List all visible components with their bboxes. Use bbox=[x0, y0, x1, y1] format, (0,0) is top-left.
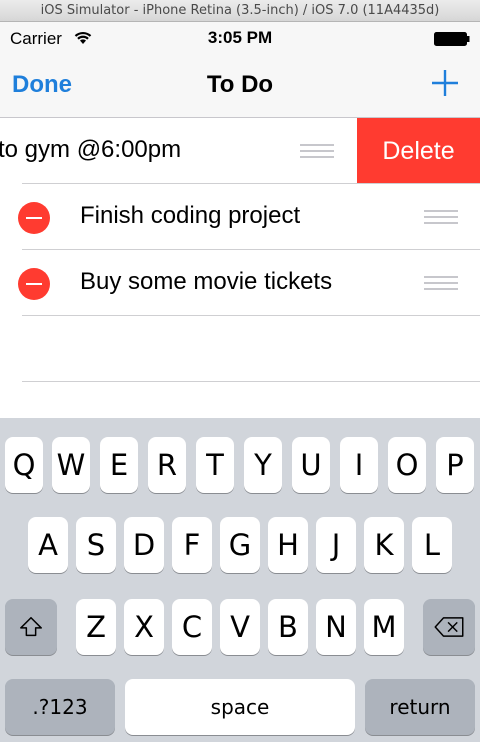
key-e[interactable]: E bbox=[100, 437, 138, 493]
return-key[interactable]: return bbox=[365, 679, 475, 735]
list-item-text: to gym @6:00pm bbox=[0, 136, 182, 163]
key-n[interactable]: N bbox=[316, 599, 356, 655]
list-item[interactable]: Finish coding project bbox=[0, 184, 480, 250]
key-h[interactable]: H bbox=[268, 517, 308, 573]
battery-icon bbox=[434, 32, 470, 46]
key-d[interactable]: D bbox=[124, 517, 164, 573]
navigation-bar: Done To Do bbox=[0, 54, 480, 118]
space-key[interactable]: space bbox=[125, 679, 355, 735]
key-l[interactable]: L bbox=[412, 517, 452, 573]
key-m[interactable]: M bbox=[364, 599, 404, 655]
backspace-key[interactable] bbox=[423, 599, 475, 655]
key-p[interactable]: P bbox=[436, 437, 474, 493]
shift-key[interactable] bbox=[5, 599, 57, 655]
key-r[interactable]: R bbox=[148, 437, 186, 493]
key-a[interactable]: A bbox=[28, 517, 68, 573]
list-item-swiped[interactable]: to gym @6:00pm Delete bbox=[0, 118, 480, 184]
backspace-icon bbox=[434, 617, 464, 637]
list-item-text: Buy some movie tickets bbox=[80, 268, 333, 295]
key-u[interactable]: U bbox=[292, 437, 330, 493]
keyboard: Q W E R T Y U I O P A S D F G H J K L Z … bbox=[0, 418, 480, 742]
delete-button[interactable]: Delete bbox=[357, 118, 480, 184]
page-title: To Do bbox=[206, 71, 274, 98]
key-w[interactable]: W bbox=[52, 437, 90, 493]
reorder-handle-icon[interactable] bbox=[424, 276, 458, 290]
reorder-handle-icon[interactable] bbox=[424, 210, 458, 224]
key-g[interactable]: G bbox=[220, 517, 260, 573]
key-z[interactable]: Z bbox=[76, 599, 116, 655]
key-f[interactable]: F bbox=[172, 517, 212, 573]
todo-list: to gym @6:00pm Delete Finish coding proj… bbox=[0, 118, 480, 418]
key-o[interactable]: O bbox=[388, 437, 426, 493]
divider bbox=[22, 381, 480, 382]
key-y[interactable]: Y bbox=[244, 437, 282, 493]
reorder-handle-icon[interactable] bbox=[300, 144, 334, 158]
list-item-text: Finish coding project bbox=[80, 202, 301, 229]
plus-icon[interactable] bbox=[430, 68, 460, 98]
key-i[interactable]: I bbox=[340, 437, 378, 493]
key-q[interactable]: Q bbox=[5, 437, 43, 493]
status-bar: Carrier 3:05 PM bbox=[0, 22, 480, 54]
simulator-title-bar: iOS Simulator - iPhone Retina (3.5-inch)… bbox=[0, 0, 480, 22]
key-c[interactable]: C bbox=[172, 599, 212, 655]
delete-circle-icon[interactable] bbox=[18, 268, 50, 300]
key-v[interactable]: V bbox=[220, 599, 260, 655]
key-s[interactable]: S bbox=[76, 517, 116, 573]
key-j[interactable]: J bbox=[316, 517, 356, 573]
carrier-label: Carrier bbox=[10, 29, 62, 48]
key-b[interactable]: B bbox=[268, 599, 308, 655]
done-button[interactable]: Done bbox=[12, 71, 72, 99]
key-x[interactable]: X bbox=[124, 599, 164, 655]
empty-row[interactable] bbox=[0, 316, 480, 382]
key-k[interactable]: K bbox=[364, 517, 404, 573]
list-item[interactable]: Buy some movie tickets bbox=[0, 250, 480, 316]
wifi-icon bbox=[74, 31, 92, 44]
numbers-key[interactable]: .?123 bbox=[5, 679, 115, 735]
key-t[interactable]: T bbox=[196, 437, 234, 493]
delete-circle-icon[interactable] bbox=[18, 202, 50, 234]
shift-icon bbox=[20, 616, 42, 637]
